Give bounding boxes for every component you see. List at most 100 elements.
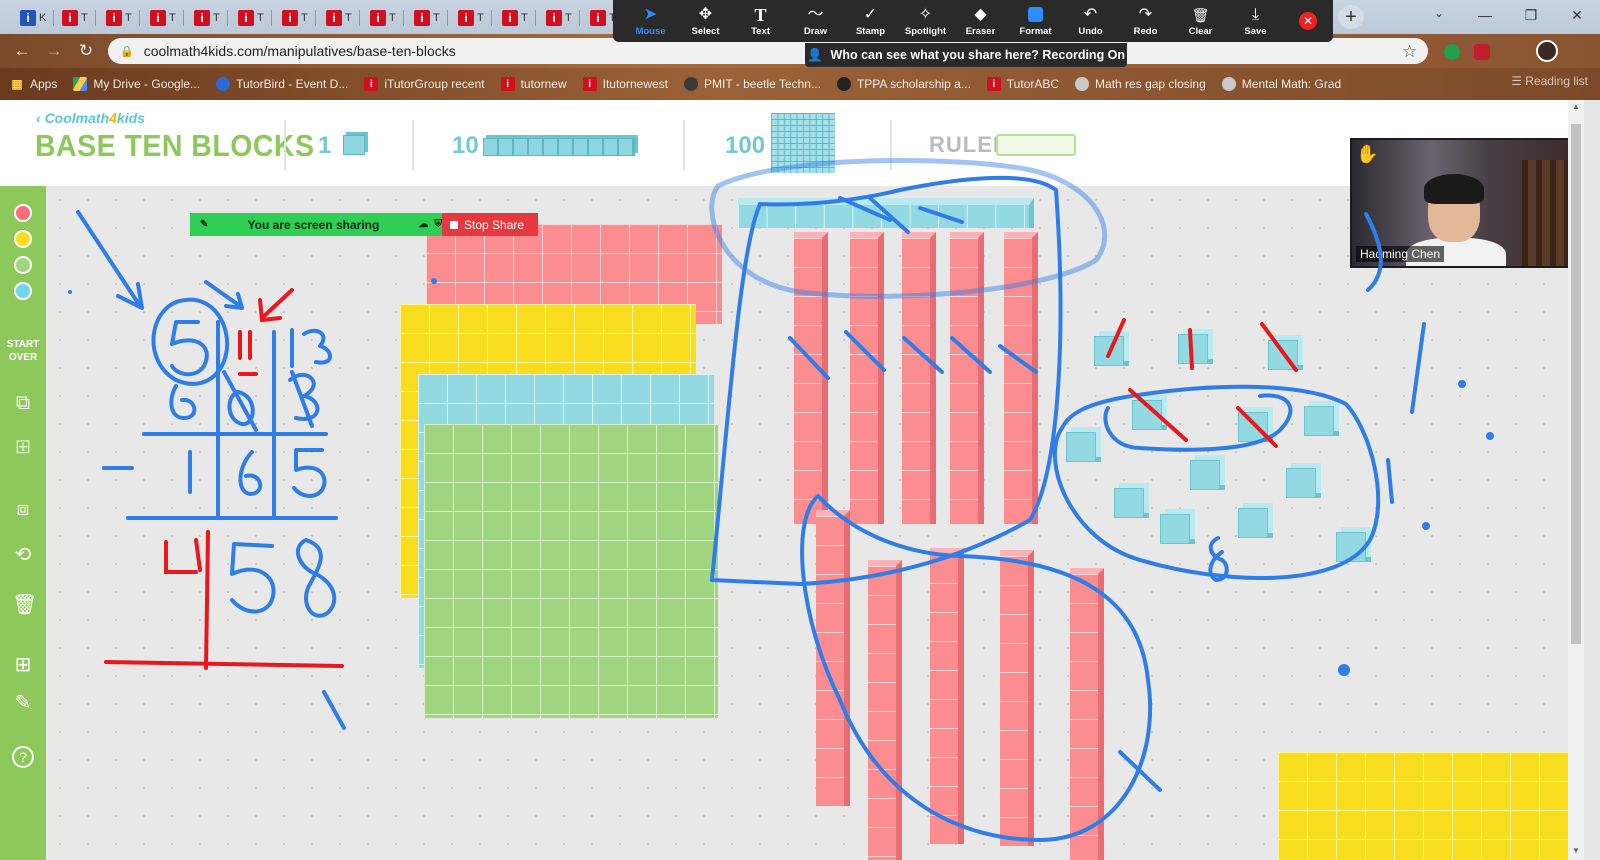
break-apart-icon[interactable]: ⊞ [12, 436, 34, 458]
stop-share-button[interactable]: Stop Share [442, 213, 538, 236]
ten-rod-red[interactable] [794, 232, 828, 524]
browser-tab[interactable]: iT [188, 4, 228, 32]
hundred-flat-source[interactable] [771, 113, 835, 173]
unit-cube[interactable] [1238, 412, 1268, 442]
unit-cube[interactable] [1268, 340, 1298, 370]
bookmark-tutorabc[interactable]: i TutorABC [986, 77, 1059, 91]
browser-tab[interactable]: iT [56, 4, 96, 32]
unit-cube[interactable] [1336, 532, 1366, 562]
rotate-icon[interactable]: ⟲ [12, 544, 34, 566]
close-window-icon[interactable]: ✕ [1554, 0, 1600, 30]
browser-tab[interactable]: iT [232, 4, 272, 32]
ten-rod-red[interactable] [868, 560, 902, 860]
unit-block-source[interactable] [343, 135, 365, 155]
unit-cube[interactable] [1094, 336, 1124, 366]
browser-tab[interactable]: iT [276, 4, 316, 32]
extension-icon[interactable] [1444, 44, 1460, 60]
scroll-down-icon[interactable]: ▼ [1571, 846, 1581, 858]
unit-cube[interactable] [1304, 406, 1334, 436]
trash-icon[interactable]: 🗑 [12, 594, 37, 616]
mouse-tool[interactable]: ➤ Mouse [623, 5, 678, 37]
unit-cube[interactable] [1160, 514, 1190, 544]
screen-sharing-bar[interactable]: ✎ You are screen sharing ☁ ⛨ [190, 213, 442, 236]
group-blocks-icon[interactable]: ⧉ [12, 392, 34, 414]
start-over-button[interactable]: START OVER [3, 338, 43, 364]
format-tool[interactable]: Format [1008, 5, 1063, 37]
unit-cube[interactable] [1132, 400, 1162, 430]
ten-rod-source[interactable] [483, 138, 635, 156]
help-icon[interactable]: ? [12, 746, 34, 768]
bookmark-math-res[interactable]: Math res gap closing [1075, 77, 1206, 91]
save-tool[interactable]: ⤓ Save [1228, 5, 1283, 37]
browser-tab[interactable]: iK [14, 4, 54, 32]
bookmark-itutorgroup[interactable]: i iTutorGroup recent [364, 77, 485, 91]
restore-window-icon[interactable]: ❐ [1508, 0, 1554, 30]
ten-rod-red[interactable] [950, 232, 984, 524]
color-swatch-blue[interactable] [14, 282, 32, 300]
scroll-up-icon[interactable]: ▲ [1571, 102, 1581, 114]
color-swatch-red[interactable] [14, 204, 32, 222]
ruler-icon[interactable] [996, 134, 1076, 156]
bookmark-pmit[interactable]: PMIT - beetle Techn... [684, 77, 821, 91]
bookmark-mental-math[interactable]: Mental Math: Grad [1221, 77, 1341, 91]
ten-rod-red[interactable] [1070, 568, 1104, 860]
extension-icon[interactable] [1474, 44, 1490, 60]
ten-rod-red[interactable] [816, 510, 850, 806]
bookmark-star-icon[interactable]: ☆ [1402, 42, 1417, 62]
forward-arrow-icon[interactable]: → [44, 41, 64, 61]
unit-cube[interactable] [1178, 334, 1208, 364]
browser-tab[interactable]: iT [364, 4, 404, 32]
color-swatch-green[interactable] [14, 256, 32, 274]
calculator-icon[interactable]: ⊞ [12, 654, 34, 676]
browser-tab[interactable]: iT [144, 4, 184, 32]
back-arrow-icon[interactable]: ← [12, 41, 32, 61]
tab-search-chevron-icon[interactable]: ⌄ [1428, 6, 1450, 26]
reading-list[interactable]: ☰ Reading list [1511, 74, 1588, 88]
ten-rod-horizontal[interactable] [738, 198, 1034, 228]
bookmark-tutorbird[interactable]: TutorBird - Event D... [216, 77, 348, 91]
spotlight-tool[interactable]: ✧ Spotlight [898, 5, 953, 37]
bookmark-my-drive[interactable]: My Drive - Google... [73, 77, 200, 91]
reload-icon[interactable]: ↻ [76, 41, 96, 61]
clear-tool[interactable]: 🗑 Clear [1173, 5, 1228, 37]
browser-tab[interactable]: iT [452, 4, 492, 32]
close-icon[interactable]: ✕ [1299, 12, 1317, 30]
ten-rod-red[interactable] [902, 232, 936, 524]
participant-video[interactable]: ✋ Haoming Chen [1350, 138, 1580, 268]
vertical-scrollbar[interactable]: ▲ ▼ [1568, 100, 1584, 860]
ten-rod-red[interactable] [1004, 232, 1038, 524]
browser-tab[interactable]: iT [100, 4, 140, 32]
color-swatch-yellow[interactable] [14, 230, 32, 248]
browser-tab[interactable]: iT [496, 4, 536, 32]
unit-cube[interactable] [1238, 508, 1268, 538]
ten-rod-red[interactable] [850, 232, 884, 524]
coolmath-back-link[interactable]: ‹ Coolmath4kids [36, 110, 145, 126]
browser-tab[interactable]: iT [320, 4, 360, 32]
new-tab-button[interactable]: + [1338, 5, 1364, 29]
stamp-tool[interactable]: ✓ Stamp [843, 5, 898, 37]
unit-cube[interactable] [1114, 488, 1144, 518]
select-tool[interactable]: ✥ Select [678, 5, 733, 37]
unit-cube[interactable] [1286, 468, 1316, 498]
ten-rod-red[interactable] [1000, 550, 1034, 846]
recording-notice[interactable]: 👤 Who can see what you share here? Recor… [805, 43, 1127, 67]
hundred-flat-yellow[interactable] [1278, 752, 1574, 860]
browser-tab[interactable]: iT [408, 4, 448, 32]
profile-avatar[interactable] [1536, 40, 1558, 62]
bookmark-tppa[interactable]: TPPA scholarship a... [836, 77, 971, 91]
browser-tab[interactable]: iT [540, 4, 580, 32]
minimize-window-icon[interactable]: — [1462, 0, 1508, 30]
draw-tool[interactable]: 〜 Draw [788, 5, 843, 37]
undo-tool[interactable]: ↶ Undo [1063, 5, 1118, 37]
scrollbar-thumb[interactable] [1571, 124, 1581, 644]
unit-cube[interactable] [1066, 432, 1096, 462]
bookmark-itutornewest[interactable]: i Itutornewest [582, 77, 668, 91]
bookmark-tutornew[interactable]: i tutornew [500, 77, 567, 91]
redo-tool[interactable]: ↷ Redo [1118, 5, 1173, 37]
text-tool[interactable]: T Text [733, 5, 788, 37]
bookmark-apps[interactable]: ▦ Apps [10, 77, 57, 91]
hundred-flat-green[interactable] [424, 424, 718, 718]
unit-cube[interactable] [1190, 460, 1220, 490]
eraser-tool[interactable]: ◆ Eraser [953, 5, 1008, 37]
ten-rod-red[interactable] [930, 548, 964, 844]
